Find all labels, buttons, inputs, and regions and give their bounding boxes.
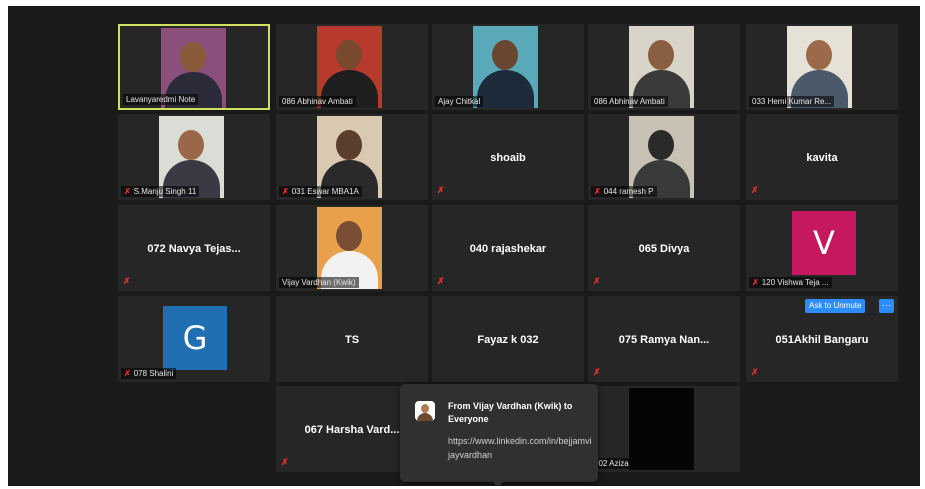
participant-name-label: ✗ 031 Eswar MBA1A xyxy=(279,186,362,197)
participant-name-label: ✗ 044 ramesh P xyxy=(591,186,657,197)
participant-tile[interactable]: 051Akhil Bangaru ✗ Ask to Unmute ··· xyxy=(746,296,898,382)
participant-name: Vijay Vardhan (Kwik) xyxy=(282,278,356,287)
participant-tile[interactable]: 075 Ramya Nan... ✗ xyxy=(588,296,740,382)
mic-muted-icon: ✗ xyxy=(282,186,289,196)
chat-message-text[interactable]: https://www.linkedin.com/in/bejjamvijayv… xyxy=(448,434,592,462)
participant-name: Ajay Chitkal xyxy=(438,97,481,106)
participant-tile[interactable]: 040 rajashekar ✗ xyxy=(432,205,584,291)
participant-tile[interactable]: V ✗ 120 Vishwa Teja ... xyxy=(746,205,898,291)
mic-muted-icon: ✗ xyxy=(752,277,759,287)
participant-name: 086 Abhinav Ambati xyxy=(594,97,665,106)
participant-name: 031 Eswar MBA1A xyxy=(291,187,359,196)
mic-muted-icon: ✗ xyxy=(593,367,601,377)
mic-muted-icon: ✗ xyxy=(123,276,131,286)
meeting-window: Lavanyaredmi Note 086 Abhinav Ambati Ajay … xyxy=(8,6,920,486)
mic-muted-icon: ✗ xyxy=(124,368,131,378)
more-options-button[interactable]: ··· xyxy=(879,299,894,313)
mic-muted-icon: ✗ xyxy=(437,185,445,195)
mic-muted-icon: ✗ xyxy=(751,185,759,195)
chat-sender-header: From Vijay Vardhan (Kwik) to Everyone xyxy=(448,401,573,424)
participant-tile[interactable]: Fayaz k 032 xyxy=(432,296,584,382)
participant-name-label: 086 Abhinav Ambati xyxy=(591,96,668,107)
participant-tile[interactable]: 033 Hemi Kumar Re... xyxy=(746,24,898,110)
participant-tile[interactable]: shoaib ✗ xyxy=(432,114,584,200)
participant-avatar: V xyxy=(792,211,856,275)
participant-tile[interactable]: G ✗ 078 Shalini xyxy=(118,296,270,382)
participant-tile[interactable]: TS xyxy=(276,296,428,382)
ask-to-unmute-button[interactable]: Ask to Unmute xyxy=(805,299,866,313)
participant-tile[interactable]: Ajay Chitkal xyxy=(432,24,584,110)
participant-avatar: G xyxy=(163,306,227,370)
participant-name: 044 ramesh P xyxy=(603,187,654,196)
participant-name: S.Manju Singh 11 xyxy=(133,187,197,196)
participant-tile[interactable]: 086 Abhinav Ambati xyxy=(276,24,428,110)
participant-tile[interactable]: ✗ S.Manju Singh 11 xyxy=(118,114,270,200)
mic-muted-icon: ✗ xyxy=(281,457,289,467)
chat-notification[interactable]: From Vijay Vardhan (Kwik) to Everyone ht… xyxy=(400,384,598,486)
participant-tile[interactable]: 072 Navya Tejas... ✗ xyxy=(118,205,270,291)
participant-name: 002 Aziza xyxy=(594,459,629,468)
participant-tile[interactable]: ✗ 031 Eswar MBA1A xyxy=(276,114,428,200)
participant-name: Fayaz k 032 xyxy=(477,334,539,346)
participant-name: TS xyxy=(344,334,360,346)
participant-tile[interactable]: 065 Divya ✗ xyxy=(588,205,740,291)
participant-name: 075 Ramya Nan... xyxy=(618,334,710,346)
participant-name-label: Vijay Vardhan (Kwik) xyxy=(279,277,359,288)
participant-name: 033 Hemi Kumar Re... xyxy=(752,97,832,106)
participant-name: 072 Navya Tejas... xyxy=(147,243,241,255)
sender-avatar xyxy=(415,401,435,421)
participant-tile[interactable]: ✗ 044 ramesh P xyxy=(588,114,740,200)
participant-name: 120 Vishwa Teja ... xyxy=(761,278,829,287)
participant-name-label: ✗ S.Manju Singh 11 xyxy=(121,186,200,197)
participant-name-label: Ajay Chitkal xyxy=(435,96,484,107)
participant-name-label: 033 Hemi Kumar Re... xyxy=(749,96,835,107)
participant-name-label: ✗ 078 Shalini xyxy=(121,368,177,379)
participant-tile[interactable]: 002 Aziza xyxy=(588,386,740,472)
mic-muted-icon: ✗ xyxy=(594,186,601,196)
participant-name: kavita xyxy=(806,152,838,164)
mic-muted-icon: ✗ xyxy=(593,276,601,286)
participant-name: 078 Shalini xyxy=(133,369,174,378)
chat-pointer xyxy=(492,481,504,486)
participant-name-label: Lavanyaredmi Note xyxy=(123,94,199,105)
participant-name-label: ✗ 120 Vishwa Teja ... xyxy=(749,277,832,288)
mic-muted-icon: ✗ xyxy=(437,276,445,286)
participant-name-label: 086 Abhinav Ambati xyxy=(279,96,356,107)
participant-name: 065 Divya xyxy=(638,243,690,255)
participant-name: shoaib xyxy=(490,152,526,164)
participant-name: 040 rajashekar xyxy=(469,243,547,255)
participant-name: 051Akhil Bangaru xyxy=(775,334,869,346)
mic-muted-icon: ✗ xyxy=(751,367,759,377)
participant-name: Lavanyaredmi Note xyxy=(126,95,196,104)
participant-video xyxy=(629,388,694,470)
participant-tile[interactable]: Lavanyaredmi Note xyxy=(118,24,270,110)
participant-tile[interactable]: Vijay Vardhan (Kwik) xyxy=(276,205,428,291)
participant-name: 086 Abhinav Ambati xyxy=(282,97,353,106)
mic-muted-icon: ✗ xyxy=(124,186,131,196)
participant-tile[interactable]: kavita ✗ xyxy=(746,114,898,200)
participant-tile[interactable]: 086 Abhinav Ambati xyxy=(588,24,740,110)
